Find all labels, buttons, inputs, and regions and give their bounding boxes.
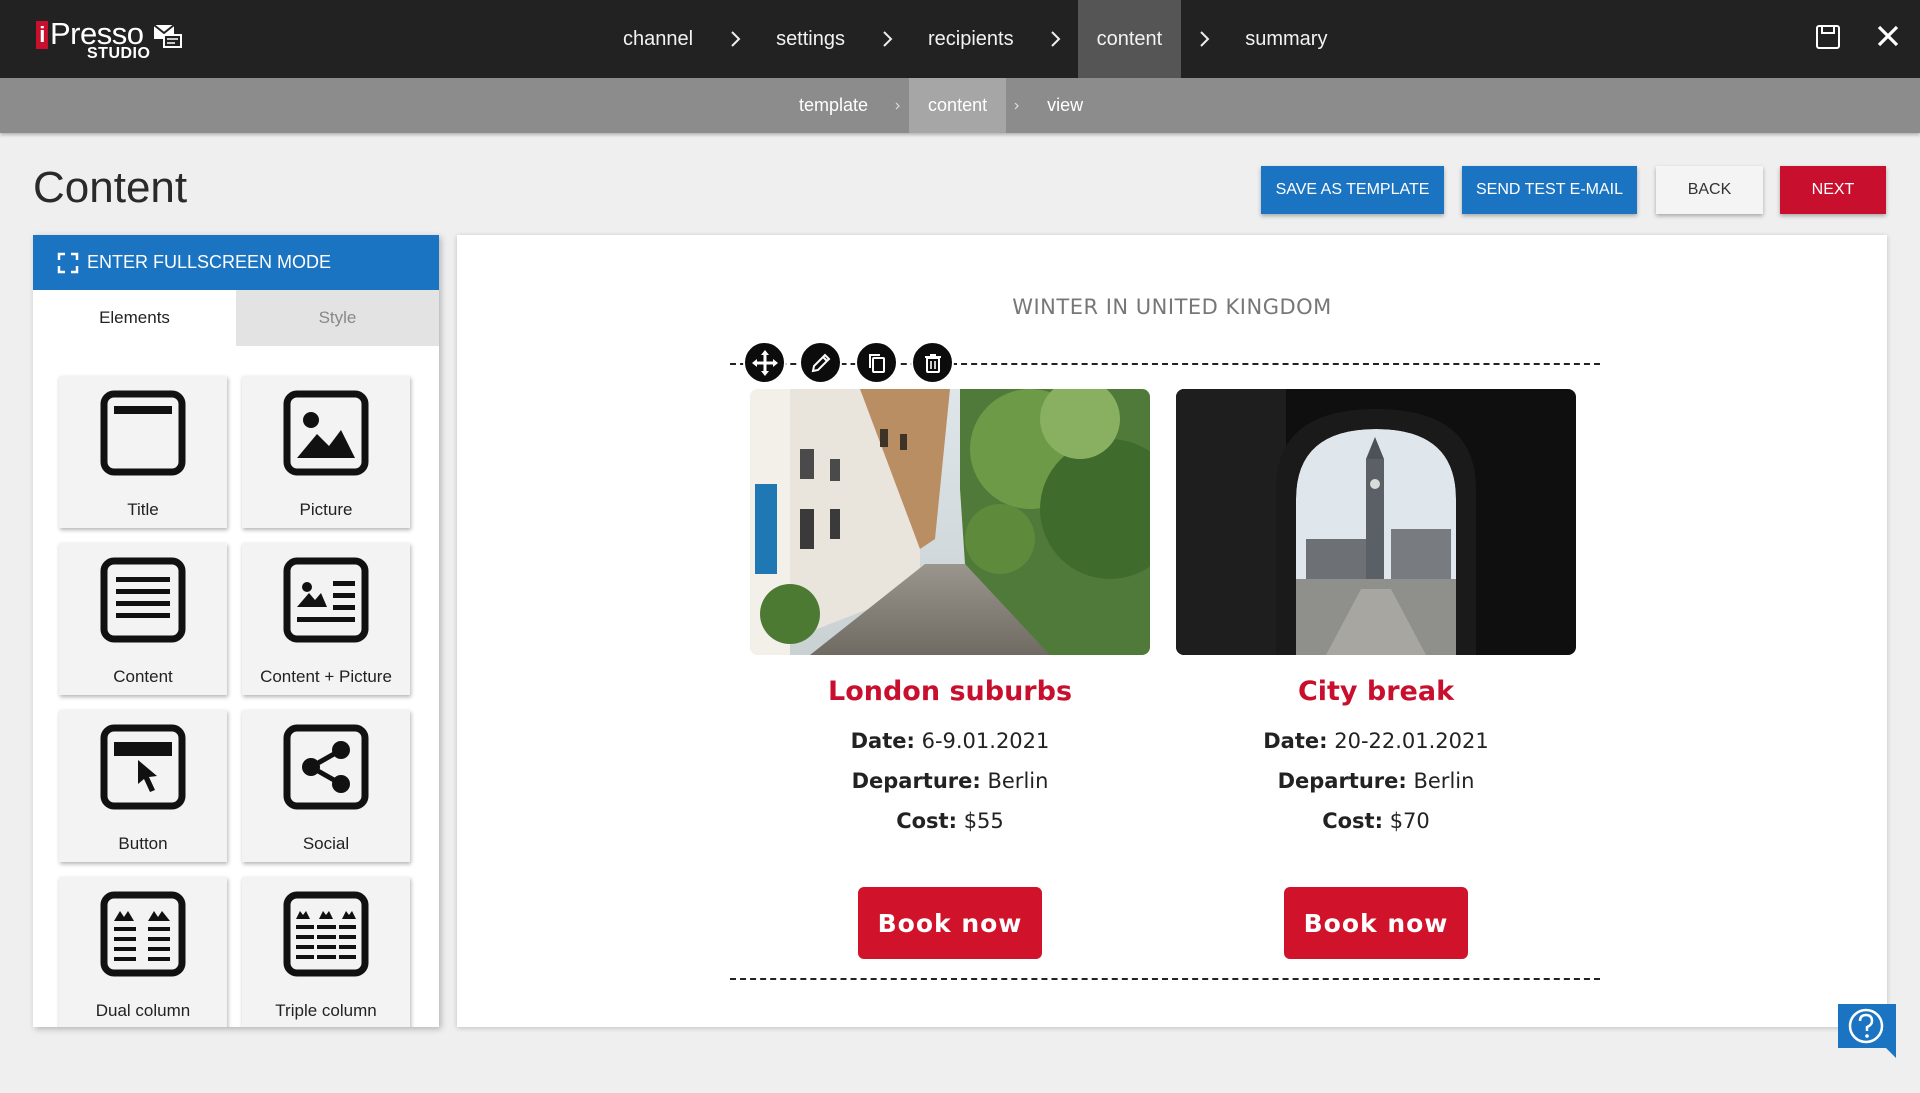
picture-block-icon: [283, 390, 369, 476]
element-title[interactable]: Title: [59, 376, 227, 528]
step-settings[interactable]: settings: [757, 0, 864, 78]
london-street-photo[interactable]: [750, 389, 1150, 655]
substep-label: content: [928, 95, 988, 115]
departure-value: Berlin: [987, 769, 1049, 793]
chevron-right-icon: [864, 0, 909, 78]
title-block-icon: [100, 390, 186, 476]
wizard-steps: channel settings recipients content summ…: [604, 0, 1346, 78]
panel-tabs: Elements Style: [33, 290, 439, 346]
element-label: Dual column: [95, 1001, 191, 1020]
edit-pencil-icon[interactable]: [799, 341, 842, 384]
mail-chat-icon: [153, 24, 182, 48]
page-title: Content: [33, 163, 188, 212]
dual-column-icon: [100, 891, 186, 977]
element-label: Picture: [299, 500, 353, 519]
offer-title[interactable]: City break: [1176, 676, 1576, 707]
element-button[interactable]: Button: [59, 710, 227, 862]
social-share-icon: [283, 724, 369, 810]
step-label: recipients: [928, 27, 1014, 50]
departure-value: Berlin: [1413, 769, 1475, 793]
tab-style[interactable]: Style: [236, 290, 439, 346]
element-label: Content: [113, 667, 173, 686]
step-channel[interactable]: channel: [604, 0, 712, 78]
date-value: 6-9.01.2021: [921, 729, 1050, 753]
substep-label: template: [799, 95, 869, 115]
step-content[interactable]: content: [1077, 0, 1182, 78]
sub-navigation-bar: template content view: [0, 78, 1920, 133]
step-label: content: [1096, 27, 1163, 50]
departure-label: Departure:: [851, 769, 981, 793]
element-social[interactable]: Social: [242, 710, 410, 862]
cost-value: $55: [963, 809, 1004, 833]
offer-title[interactable]: London suburbs: [750, 676, 1150, 707]
element-label: Title: [127, 500, 159, 519]
chevron-right-icon: [712, 0, 757, 78]
duplicate-icon[interactable]: [855, 341, 898, 384]
email-heading[interactable]: WINTER IN UNITED KINGDOM: [457, 295, 1887, 319]
offer-details[interactable]: Date: 6-9.01.2021 Departure: Berlin Cost…: [750, 721, 1150, 841]
book-now-button[interactable]: Book now: [1284, 887, 1468, 959]
enter-fullscreen-button[interactable]: ENTER FULLSCREEN MODE: [33, 235, 439, 290]
element-triple-column[interactable]: Triple column: [242, 877, 410, 1027]
substep-label: view: [1047, 95, 1084, 115]
substep-content[interactable]: content: [909, 78, 1007, 133]
close-icon[interactable]: [1876, 24, 1900, 48]
top-navigation-bar: i Presso STUDIO channel settings recipien…: [0, 0, 1920, 78]
offer-details[interactable]: Date: 20-22.01.2021 Departure: Berlin Co…: [1176, 721, 1576, 841]
send-test-email-button[interactable]: SEND TEST E-MAIL: [1462, 166, 1637, 214]
triple-column-icon: [283, 891, 369, 977]
cost-label: Cost:: [896, 809, 957, 833]
date-label: Date:: [850, 729, 915, 753]
email-canvas[interactable]: WINTER IN UNITED KINGDOM London suburbs …: [457, 235, 1887, 1027]
ipresso-studio-logo: i Presso STUDIO: [36, 14, 186, 64]
element-label: Triple column: [275, 1001, 377, 1020]
element-label: Content + Picture: [260, 667, 392, 686]
save-floppy-icon[interactable]: [1815, 24, 1841, 50]
element-picture[interactable]: Picture: [242, 376, 410, 528]
departure-label: Departure:: [1277, 769, 1407, 793]
step-label: summary: [1245, 27, 1328, 50]
content-picture-block-icon: [283, 557, 369, 643]
chevron-right-icon: [887, 78, 909, 133]
date-value: 20-22.01.2021: [1334, 729, 1489, 753]
move-icon[interactable]: [743, 341, 786, 384]
cost-value: $70: [1389, 809, 1430, 833]
help-question-icon[interactable]: [1834, 1002, 1900, 1062]
back-button[interactable]: BACK: [1656, 166, 1763, 214]
block-border-bottom: [730, 978, 1600, 980]
substep-view[interactable]: view: [1028, 78, 1102, 133]
offer-card: London suburbs Date: 6-9.01.2021 Departu…: [750, 389, 1150, 959]
element-content[interactable]: Content: [59, 543, 227, 695]
element-tiles: Title Picture Content Content + Picture …: [59, 376, 419, 1027]
element-content-picture[interactable]: Content + Picture: [242, 543, 410, 695]
big-ben-archway-photo[interactable]: [1176, 389, 1576, 655]
chevron-right-icon: [1006, 78, 1028, 133]
step-summary[interactable]: summary: [1226, 0, 1346, 78]
element-label: Social: [302, 834, 350, 853]
step-label: settings: [776, 27, 845, 50]
delete-trash-icon[interactable]: [911, 341, 954, 384]
next-button[interactable]: NEXT: [1780, 166, 1886, 214]
element-label: Button: [118, 834, 168, 853]
content-block-icon: [100, 557, 186, 643]
tab-elements[interactable]: Elements: [33, 290, 236, 346]
save-as-template-button[interactable]: SAVE AS TEMPLATE: [1261, 166, 1444, 214]
block-toolbar: [743, 341, 954, 384]
chevron-right-icon: [1181, 0, 1226, 78]
fullscreen-icon: [57, 252, 79, 273]
elements-panel: ENTER FULLSCREEN MODE Elements Style Tit…: [33, 235, 439, 1027]
button-block-icon: [100, 724, 186, 810]
book-now-button[interactable]: Book now: [858, 887, 1042, 959]
chevron-right-icon: [1033, 0, 1078, 78]
cost-label: Cost:: [1322, 809, 1383, 833]
substep-template[interactable]: template: [780, 78, 887, 133]
offer-card: City break Date: 20-22.01.2021 Departure…: [1176, 389, 1576, 959]
brand-subtitle: STUDIO: [87, 45, 151, 62]
fullscreen-label: ENTER FULLSCREEN MODE: [87, 252, 332, 272]
element-dual-column[interactable]: Dual column: [59, 877, 227, 1027]
date-label: Date:: [1263, 729, 1328, 753]
step-label: channel: [623, 27, 694, 50]
step-recipients[interactable]: recipients: [909, 0, 1033, 78]
